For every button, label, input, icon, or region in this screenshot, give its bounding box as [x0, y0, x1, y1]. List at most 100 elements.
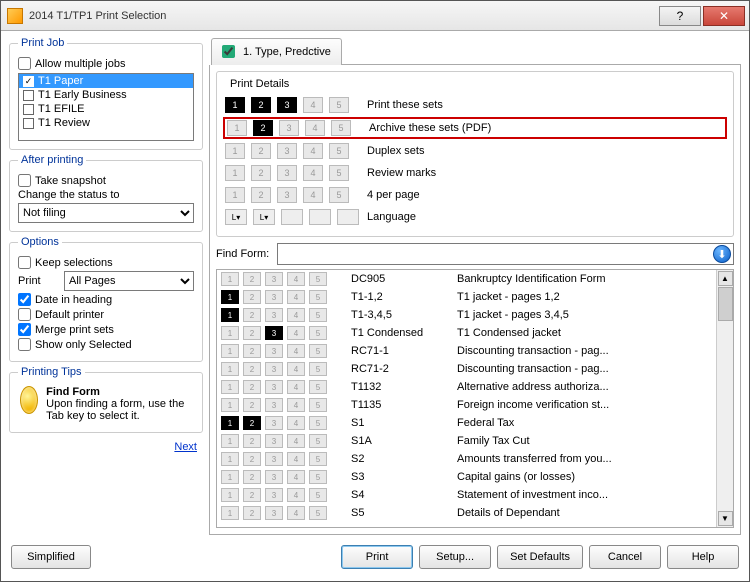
row-set-toggle-3[interactable]: 3 [265, 398, 283, 412]
table-row[interactable]: 12345S2Amounts transferred from you... [217, 450, 716, 468]
row-set-toggle-1[interactable]: 1 [221, 272, 239, 286]
row-set-toggle-2[interactable]: 2 [243, 308, 261, 322]
row-set-toggle-1[interactable]: 1 [221, 398, 239, 412]
set-toggle-1[interactable]: 1 [225, 143, 245, 159]
table-row[interactable]: 12345S4Statement of investment inco... [217, 486, 716, 504]
row-set-toggle-2[interactable]: 2 [243, 506, 261, 520]
row-set-toggle-1[interactable]: 1 [221, 416, 239, 430]
row-set-toggle-5[interactable]: 5 [309, 290, 327, 304]
row-set-toggle-1[interactable]: 1 [221, 290, 239, 304]
row-set-toggle-5[interactable]: 5 [309, 380, 327, 394]
vertical-scrollbar[interactable]: ▲ ▼ [716, 270, 733, 527]
scroll-down-button[interactable]: ▼ [718, 511, 733, 526]
row-set-toggle-4[interactable]: 4 [287, 488, 305, 502]
set-toggle-5[interactable]: 5 [329, 165, 349, 181]
help-button[interactable]: Help [667, 545, 739, 569]
set-toggle-4[interactable]: 4 [305, 120, 325, 136]
row-set-toggle-4[interactable]: 4 [287, 272, 305, 286]
tab-type-predictive[interactable]: 1. Type, Predctive [211, 38, 342, 65]
row-set-toggle-5[interactable]: 5 [309, 506, 327, 520]
find-form-input[interactable]: ⬇ [277, 243, 734, 265]
row-set-toggle-1[interactable]: 1 [221, 488, 239, 502]
row-set-toggle-5[interactable]: 5 [309, 362, 327, 376]
row-set-toggle-2[interactable]: 2 [243, 326, 261, 340]
set-toggle-3[interactable]: 3 [277, 187, 297, 203]
row-set-toggle-3[interactable]: 3 [265, 416, 283, 430]
row-set-toggle-1[interactable]: 1 [221, 326, 239, 340]
row-set-toggle-3[interactable]: 3 [265, 362, 283, 376]
row-set-toggle-4[interactable]: 4 [287, 470, 305, 484]
print-pages-select[interactable]: All Pages [64, 271, 194, 291]
row-set-toggle-5[interactable]: 5 [309, 416, 327, 430]
row-set-toggle-5[interactable]: 5 [309, 344, 327, 358]
table-row[interactable]: 12345T1135Foreign income verification st… [217, 396, 716, 414]
set-toggle-3[interactable]: 3 [279, 120, 299, 136]
row-set-toggle-2[interactable]: 2 [243, 452, 261, 466]
job-item[interactable]: T1 Early Business [19, 88, 193, 102]
table-row[interactable]: 12345S5Details of Dependant [217, 504, 716, 522]
set-toggle-2[interactable]: 2 [251, 97, 271, 113]
table-row[interactable]: 12345S3Capital gains (or losses) [217, 468, 716, 486]
set-toggle-5[interactable]: 5 [329, 187, 349, 203]
row-set-toggle-2[interactable]: 2 [243, 344, 261, 358]
set-toggle-1[interactable]: 1 [227, 120, 247, 136]
set-toggle-1[interactable]: 1 [225, 165, 245, 181]
row-set-toggle-3[interactable]: 3 [265, 380, 283, 394]
scroll-up-button[interactable]: ▲ [718, 271, 733, 286]
set-toggle-2[interactable]: 2 [251, 143, 271, 159]
table-row[interactable]: 12345T1132Alternative address authoriza.… [217, 378, 716, 396]
row-set-toggle-4[interactable]: 4 [287, 452, 305, 466]
job-item[interactable]: T1 EFILE [19, 102, 193, 116]
table-row[interactable]: 12345T1 CondensedT1 Condensed jacket [217, 324, 716, 342]
row-set-toggle-2[interactable]: 2 [243, 434, 261, 448]
next-link[interactable]: Next [174, 441, 197, 453]
set-toggle-3[interactable]: 3 [277, 143, 297, 159]
keep-selections-checkbox[interactable] [18, 256, 31, 269]
set-toggle-2[interactable]: 2 [253, 120, 273, 136]
row-set-toggle-2[interactable]: 2 [243, 362, 261, 376]
row-set-toggle-4[interactable]: 4 [287, 290, 305, 304]
row-set-toggle-1[interactable]: 1 [221, 434, 239, 448]
cancel-button[interactable]: Cancel [589, 545, 661, 569]
close-button[interactable]: ✕ [703, 6, 745, 26]
table-row[interactable]: 12345DC905Bankruptcy Identification Form [217, 270, 716, 288]
date-in-heading[interactable]: Date in heading [18, 293, 194, 306]
job-item[interactable]: ✓T1 Paper [19, 74, 193, 88]
row-set-toggle-1[interactable]: 1 [221, 380, 239, 394]
table-row[interactable]: 12345T1-1,2T1 jacket - pages 1,2 [217, 288, 716, 306]
set-toggle-4[interactable]: 4 [303, 143, 323, 159]
row-set-toggle-4[interactable]: 4 [287, 344, 305, 358]
set-toggle-4[interactable]: 4 [303, 97, 323, 113]
row-set-toggle-3[interactable]: 3 [265, 452, 283, 466]
show-only-selected[interactable]: Show only Selected [18, 338, 194, 351]
job-listbox[interactable]: ✓T1 PaperT1 Early BusinessT1 EFILET1 Rev… [18, 73, 194, 141]
table-row[interactable]: 12345T1-3,4,5T1 jacket - pages 3,4,5 [217, 306, 716, 324]
simplified-button[interactable]: Simplified [11, 545, 91, 569]
row-set-toggle-5[interactable]: 5 [309, 470, 327, 484]
row-set-toggle-3[interactable]: 3 [265, 272, 283, 286]
find-go-button[interactable]: ⬇ [713, 245, 731, 263]
row-set-toggle-4[interactable]: 4 [287, 380, 305, 394]
set-toggle-5[interactable]: 5 [329, 97, 349, 113]
row-set-toggle-4[interactable]: 4 [287, 398, 305, 412]
take-snapshot-checkbox[interactable] [18, 174, 31, 187]
table-row[interactable]: 12345S1Federal Tax [217, 414, 716, 432]
scroll-thumb[interactable] [718, 287, 733, 321]
row-set-toggle-3[interactable]: 3 [265, 506, 283, 520]
print-button[interactable]: Print [341, 545, 413, 569]
default-printer[interactable]: Default printer [18, 308, 194, 321]
row-set-toggle-5[interactable]: 5 [309, 398, 327, 412]
tab-checkbox[interactable] [222, 45, 235, 58]
row-set-toggle-5[interactable]: 5 [309, 272, 327, 286]
set-toggle-2[interactable]: 2 [251, 187, 271, 203]
row-set-toggle-4[interactable]: 4 [287, 434, 305, 448]
row-set-toggle-3[interactable]: 3 [265, 488, 283, 502]
row-set-toggle-1[interactable]: 1 [221, 470, 239, 484]
row-set-toggle-2[interactable]: 2 [243, 290, 261, 304]
row-set-toggle-4[interactable]: 4 [287, 308, 305, 322]
row-set-toggle-5[interactable]: 5 [309, 326, 327, 340]
row-set-toggle-1[interactable]: 1 [221, 506, 239, 520]
row-set-toggle-1[interactable]: 1 [221, 344, 239, 358]
set-toggle-3[interactable]: 3 [277, 165, 297, 181]
merge-print-sets-checkbox[interactable] [18, 323, 31, 336]
